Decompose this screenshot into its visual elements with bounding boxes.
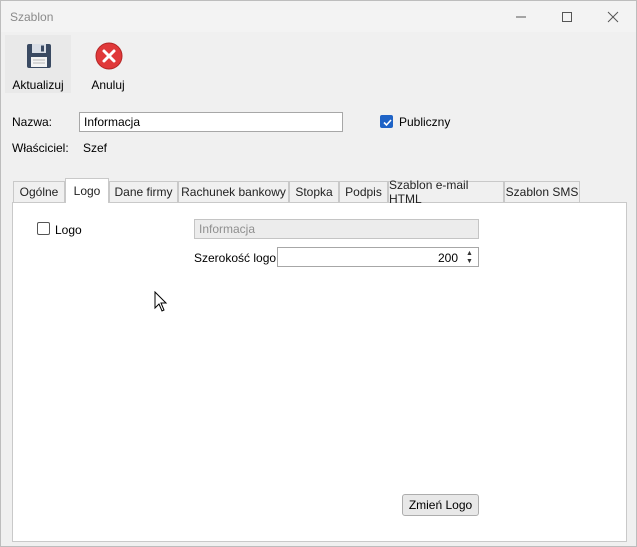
tab-signature-label: Podpis [345, 185, 382, 199]
logo-checkbox[interactable] [37, 222, 50, 235]
tab-footer[interactable]: Stopka [289, 181, 339, 202]
update-label: Aktualizuj [12, 78, 64, 92]
minimize-button[interactable] [498, 1, 544, 32]
spin-up-icon[interactable]: ▲ [466, 250, 473, 257]
logo-width-label: Szerokość logo: [194, 251, 280, 265]
checkmark-icon [383, 119, 392, 127]
logo-width-value: 200 [437, 251, 458, 265]
tab-company-data[interactable]: Dane firmy [109, 181, 178, 202]
cancel-button[interactable]: Anuluj [75, 35, 141, 93]
window-title: Szablon [10, 10, 54, 24]
public-checkbox[interactable] [380, 115, 393, 128]
close-icon [607, 11, 619, 22]
szablon-window: Szablon Aktualizuj Anuluj Nazwa: Informa… [0, 0, 637, 547]
logo-checkbox-label: Logo [55, 223, 82, 237]
owner-label: Właściciel: [12, 141, 69, 155]
name-label: Nazwa: [12, 115, 53, 129]
change-logo-button[interactable]: Zmień Logo [402, 494, 479, 516]
tab-general[interactable]: Ogólne [13, 181, 65, 202]
spinner-arrows[interactable]: ▲ ▼ [464, 249, 476, 265]
tab-bank-account[interactable]: Rachunek bankowy [178, 181, 289, 202]
floppy-disk-icon [27, 44, 51, 68]
tab-logo-label: Logo [73, 184, 101, 198]
tab-sms-template-label: Szablon SMS [505, 185, 579, 199]
logo-width-spinner[interactable]: 200 ▲ ▼ [277, 247, 479, 267]
minimize-icon [516, 16, 526, 17]
title-bar: Szablon [1, 1, 636, 32]
tab-signature[interactable]: Podpis [339, 181, 388, 202]
maximize-button[interactable] [544, 1, 590, 32]
mouse-pointer-icon [154, 291, 168, 312]
name-field[interactable]: Informacja [79, 112, 343, 132]
logo-name-field: Informacja [194, 219, 479, 239]
public-label: Publiczny [399, 115, 451, 129]
tab-email-html-template[interactable]: Szablon e-mail HTML [388, 178, 504, 206]
tab-email-html-template-label: Szablon e-mail HTML [389, 178, 469, 206]
tab-logo[interactable]: Logo [65, 178, 109, 203]
cancel-label: Anuluj [91, 78, 125, 92]
tab-sms-template[interactable]: Szablon SMS [504, 181, 580, 202]
tab-bank-account-label: Rachunek bankowy [181, 185, 286, 199]
update-button[interactable]: Aktualizuj [5, 35, 71, 93]
close-button[interactable] [590, 1, 636, 32]
tab-general-label: Ogólne [19, 185, 59, 199]
owner-value: Szef [83, 141, 108, 155]
cancel-x-icon [95, 42, 123, 70]
spin-down-icon[interactable]: ▼ [466, 258, 473, 265]
tab-footer-label: Stopka [295, 185, 333, 199]
tab-company-data-label: Dane firmy [114, 185, 173, 199]
maximize-icon [562, 11, 572, 22]
change-logo-label: Zmień Logo [408, 498, 473, 512]
